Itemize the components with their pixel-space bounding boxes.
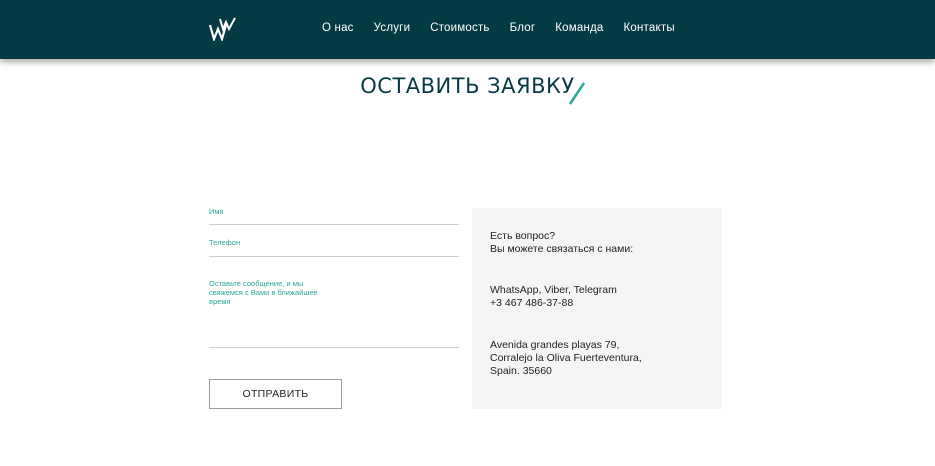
submit-button[interactable]: ОТПРАВИТЬ xyxy=(209,379,342,409)
nav-item-about[interactable]: О нас xyxy=(322,22,354,34)
nav-item-pricing[interactable]: Стоимость xyxy=(430,22,489,34)
contact-messengers-line: WhatsApp, Viber, Telegram xyxy=(490,284,617,296)
phone-field[interactable]: Телефон xyxy=(209,238,459,257)
main-nav: О нас Услуги Стоимость Блог Команда Конт… xyxy=(322,22,695,34)
nav-item-contacts[interactable]: Контакты xyxy=(624,22,675,34)
contact-address-line2: Corralejo la Oliva Fuerteventura, xyxy=(490,352,642,364)
phone-field-label: Телефон xyxy=(209,238,241,247)
contact-messengers: WhatsApp, Viber, Telegram +3 467 486-37-… xyxy=(490,284,617,310)
ww-logo-icon[interactable] xyxy=(208,17,237,43)
message-field-label: Оставьте сообщение, и мы свяжемся с Вами… xyxy=(209,279,318,306)
nav-item-blog[interactable]: Блог xyxy=(510,22,536,34)
contact-phone[interactable]: +3 467 486-37-88 xyxy=(490,297,617,310)
contact-question: Есть вопрос? Вы можете связаться с нами: xyxy=(490,230,633,256)
contact-address-line1: Avenida grandes playas 79, xyxy=(490,339,620,351)
contact-question-line1: Есть вопрос? xyxy=(490,230,556,242)
contact-address-line3: Spain. 35660 xyxy=(490,365,552,377)
message-field[interactable]: Оставьте сообщение, и мы свяжемся с Вами… xyxy=(209,279,459,348)
name-field[interactable]: Имя xyxy=(209,207,459,225)
site-header: О нас Услуги Стоимость Блог Команда Конт… xyxy=(0,0,935,59)
slash-accent-icon xyxy=(568,82,586,106)
page-title: ОСТАВИТЬ ЗАЯВКУ xyxy=(360,74,575,98)
nav-item-services[interactable]: Услуги xyxy=(374,22,411,34)
nav-item-team[interactable]: Команда xyxy=(555,22,603,34)
contact-question-line2: Вы можете связаться с нами: xyxy=(490,243,634,255)
name-field-label: Имя xyxy=(209,207,224,216)
contact-address: Avenida grandes playas 79, Corralejo la … xyxy=(490,339,642,378)
